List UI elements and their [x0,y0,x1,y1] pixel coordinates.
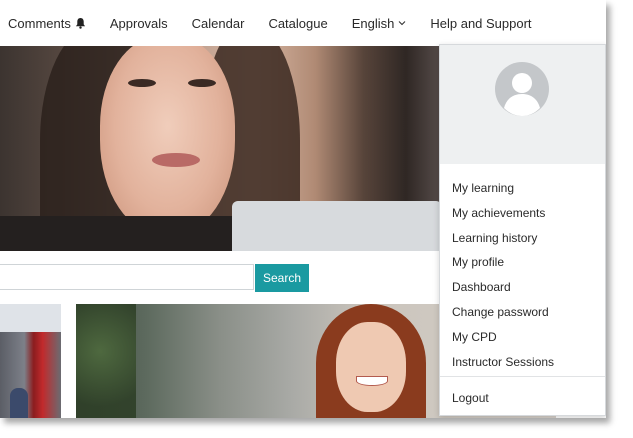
menu-item-learning-history[interactable]: Learning history [440,226,605,251]
menu-item-instructor-sessions[interactable]: Instructor Sessions [440,350,605,375]
avatar[interactable] [495,62,549,116]
nav-approvals-label: Approvals [109,15,168,31]
menu-item-my-cpd[interactable]: My CPD [440,325,605,350]
nav-help-label: Help and Support [430,15,532,31]
menu-item-my-achievements[interactable]: My achievements [440,201,605,226]
course-card-image[interactable] [0,304,61,418]
chevron-down-icon [398,21,406,26]
nav-calendar[interactable]: Calendar [180,16,257,31]
nav-help-support[interactable]: Help and Support [418,16,543,31]
nav-approvals[interactable]: Approvals [98,16,180,31]
search-input[interactable] [0,264,254,290]
user-dropdown-menu: My learning My achievements Learning his… [439,44,606,416]
bell-icon [75,17,85,29]
app-window: Comments Approvals Calendar Catalogue En… [0,0,606,418]
search-button[interactable]: Search [255,264,309,292]
nav-catalogue-label: Catalogue [268,15,328,31]
user-menu-list: My learning My achievements Learning his… [440,176,605,374]
nav-comments-label: Comments [8,15,71,31]
nav-language-select[interactable]: English [340,16,419,31]
menu-divider [440,376,605,377]
nav-calendar-label: Calendar [191,15,245,31]
nav-comments[interactable]: Comments [0,16,98,31]
user-menu-header [440,45,605,164]
menu-item-change-password[interactable]: Change password [440,300,605,325]
top-navigation: Comments Approvals Calendar Catalogue En… [0,0,606,46]
menu-item-dashboard[interactable]: Dashboard [440,275,605,300]
nav-catalogue[interactable]: Catalogue [256,16,339,31]
menu-item-my-profile[interactable]: My profile [440,250,605,275]
menu-item-my-learning[interactable]: My learning [440,176,605,201]
nav-language-label: English [351,15,395,31]
logout-link[interactable]: Logout [452,386,489,410]
